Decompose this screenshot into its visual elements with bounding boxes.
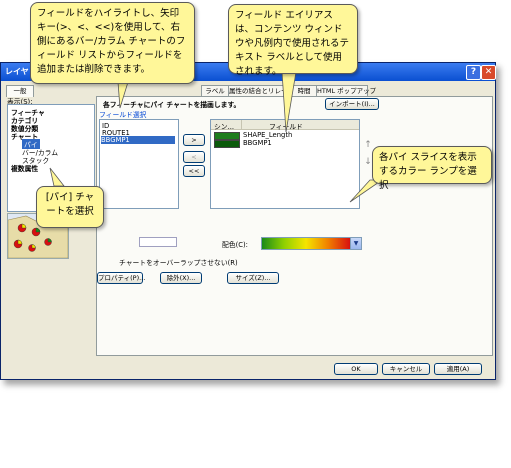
callout-field-alias: フィールド エイリアスは、コンテンツ ウィンドウや凡例内で使用されるテキスト ラ…	[228, 4, 358, 77]
callout-field-arrows: フィールドをハイライトし、矢印キー(>、<、<<)を使用して、右側にあるバー/カ…	[30, 2, 195, 84]
callout-select-pie: [パイ] チャートを選択	[36, 186, 104, 228]
callout-pointer	[281, 71, 297, 133]
callout-pointer	[49, 167, 65, 187]
callout-pointer	[117, 81, 129, 109]
callout-color-ramp: 各パイ スライスを表示するカラー ランプを選択	[372, 146, 492, 191]
